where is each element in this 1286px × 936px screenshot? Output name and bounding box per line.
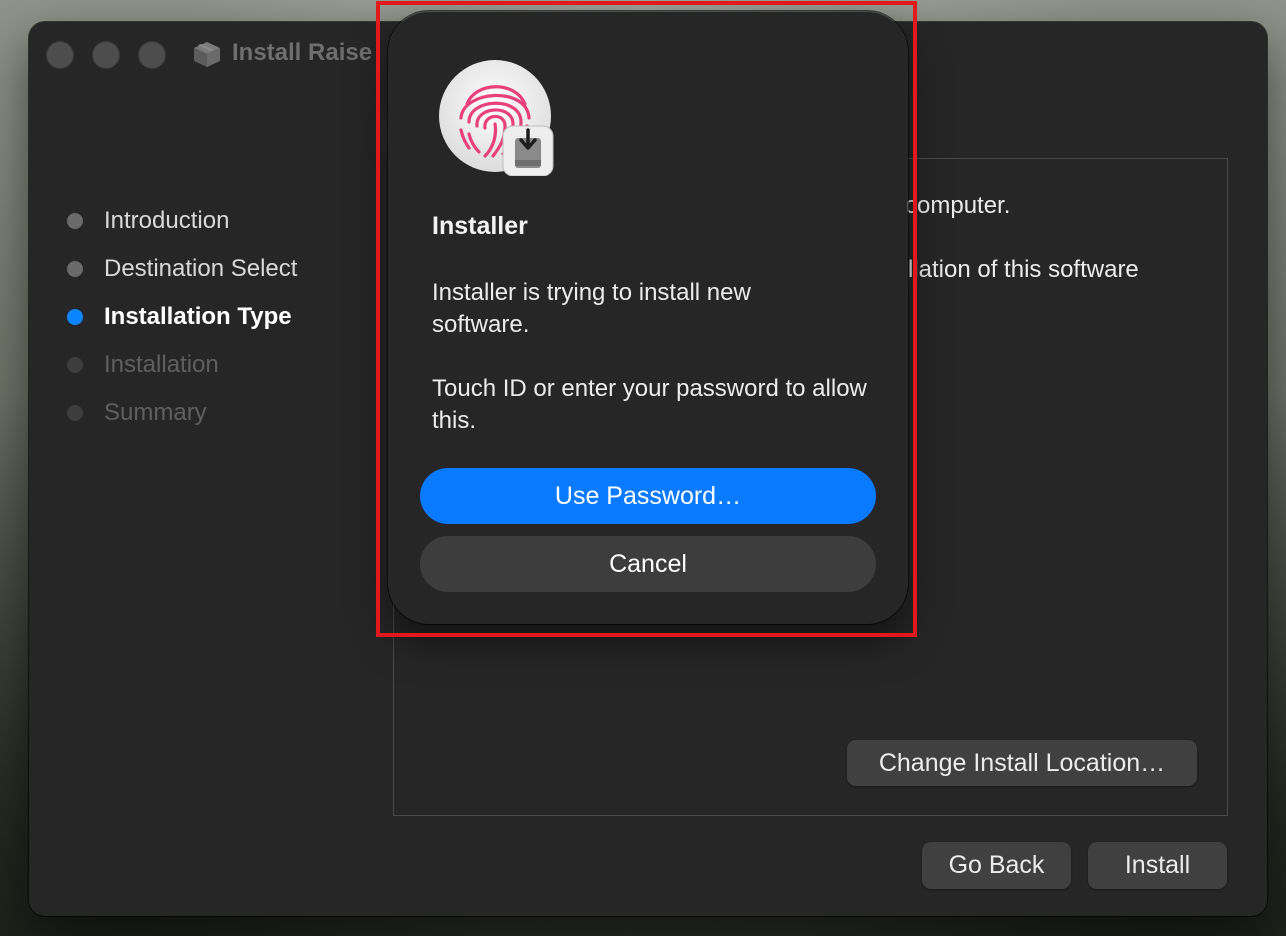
installer-steps: Introduction Destination Select Installa… (67, 197, 297, 437)
dialog-title: Installer (432, 212, 528, 240)
step-destination-select: Destination Select (67, 245, 297, 293)
step-installation: Installation (67, 341, 297, 389)
minimize-window-button[interactable] (92, 41, 120, 69)
step-dot (67, 405, 83, 421)
touch-id-fingerprint-icon (439, 60, 554, 176)
step-label: Introduction (104, 207, 230, 234)
step-dot (67, 213, 83, 229)
step-label: Installation (104, 351, 219, 378)
step-label: Summary (104, 399, 207, 426)
step-dot (67, 357, 83, 373)
zoom-window-button[interactable] (138, 41, 166, 69)
step-installation-type: Installation Type (67, 293, 297, 341)
package-icon (194, 42, 220, 67)
content-text-line: computer. (905, 192, 1011, 219)
step-summary: Summary (67, 389, 297, 437)
go-back-button[interactable]: Go Back (922, 842, 1071, 889)
close-window-button[interactable] (46, 41, 74, 69)
step-dot-active (67, 309, 83, 325)
dialog-message: Installer is trying to install new softw… (432, 279, 751, 338)
step-label: Destination Select (104, 255, 298, 282)
use-password-button[interactable]: Use Password… (420, 468, 876, 524)
step-introduction: Introduction (67, 197, 297, 245)
authentication-dialog: Installer Installer is trying to install… (389, 12, 907, 623)
window-title: Install Raise (232, 39, 373, 66)
step-label: Installation Type (104, 303, 292, 330)
step-dot (67, 261, 83, 277)
dialog-instructions: Touch ID or enter your password to allow… (432, 375, 867, 434)
content-text-line: llation of this software (908, 256, 1139, 283)
cancel-button[interactable]: Cancel (420, 536, 876, 592)
install-button[interactable]: Install (1088, 842, 1227, 889)
change-install-location-button[interactable]: Change Install Location… (847, 740, 1197, 786)
